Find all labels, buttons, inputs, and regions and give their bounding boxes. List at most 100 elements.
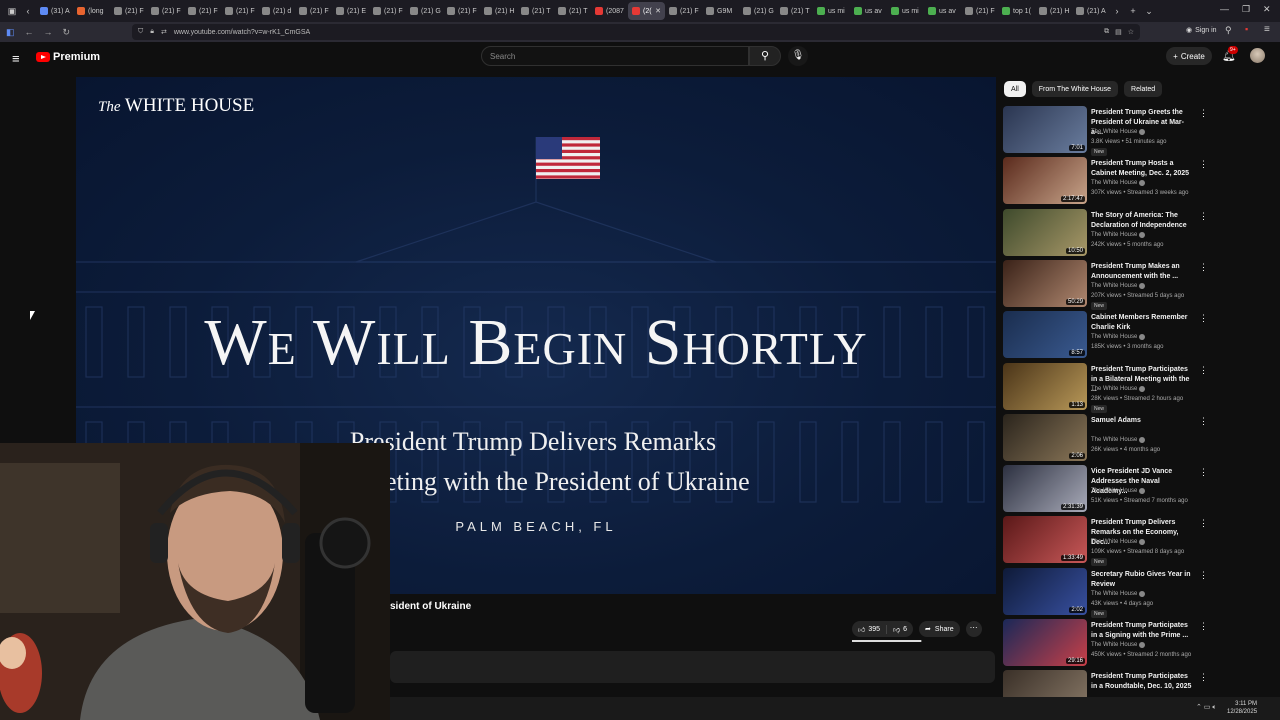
browser-tab[interactable]: (21) F (369, 2, 406, 20)
share-button[interactable]: ➦ Share (919, 621, 960, 637)
browser-tab[interactable]: (21) F (110, 2, 147, 20)
more-vertical-icon[interactable]: ⋮ (1199, 570, 1208, 581)
voice-search-button[interactable]: 🎙︎ (788, 46, 808, 66)
permissions-icon[interactable]: ⇄ (161, 28, 167, 36)
url-text[interactable]: www.youtube.com/watch?v=w-rK1_CmGSA (174, 29, 310, 36)
more-vertical-icon[interactable]: ⋮ (1199, 262, 1208, 273)
video-thumbnail[interactable]: 2:02 (1003, 567, 1087, 615)
browser-tab[interactable]: (21) F (184, 2, 221, 20)
filter-chip[interactable]: Related (1124, 81, 1163, 97)
more-vertical-icon[interactable]: ⋮ (1199, 467, 1208, 478)
shield-icon[interactable]: ⛉ (138, 28, 143, 36)
video-thumbnail[interactable]: 8:57 (1003, 311, 1087, 359)
filter-chip[interactable]: All (1004, 81, 1026, 97)
browser-tab[interactable]: us av (924, 2, 961, 20)
browser-tab[interactable]: (21) A (1072, 2, 1109, 20)
browser-tab[interactable]: (21) G (406, 2, 443, 20)
video-thumbnail[interactable]: 2:31:39 (1003, 465, 1087, 513)
recommendation-item[interactable]: 2:31:39 Vice President JD Vance Addresses… (1003, 465, 1213, 515)
create-button[interactable]: + Create (1166, 47, 1212, 65)
recommendation-title[interactable]: Secretary Rubio Gives Year in Review (1091, 570, 1195, 590)
more-vertical-icon[interactable]: ⋮ (1199, 313, 1208, 324)
browser-tab[interactable]: (long (73, 2, 110, 20)
more-vertical-icon[interactable]: ⋮ (1199, 621, 1208, 632)
channel-name[interactable]: The White House (1091, 385, 1146, 392)
description-box[interactable] (390, 651, 995, 683)
video-thumbnail[interactable]: 1:33:49 (1003, 516, 1087, 564)
reload-icon[interactable]: ↻ (63, 27, 71, 38)
video-thumbnail[interactable]: 7:01 (1003, 106, 1087, 153)
notifications-button[interactable]: 🔔︎ 9+ (1222, 46, 1238, 62)
filter-chip[interactable]: From The White House (1031, 81, 1119, 97)
recommendation-item[interactable]: 29:16 President Trump Participates in a S… (1003, 619, 1213, 669)
channel-name[interactable]: The White House (1091, 436, 1146, 443)
recommendation-title[interactable]: Samuel Adams (1091, 416, 1195, 426)
browser-tab[interactable]: us mi (887, 2, 924, 20)
recommendation-item[interactable]: 50:29 President Trump Makes an Announceme… (1003, 259, 1213, 310)
more-actions-button[interactable]: ⋯ (965, 621, 982, 637)
tab-overflow-icon[interactable]: ⌄ (1141, 6, 1157, 17)
browser-tab[interactable]: (2087 (591, 2, 628, 20)
close-tab-icon[interactable]: ✕ (655, 7, 661, 15)
more-vertical-icon[interactable]: ⋮ (1199, 108, 1208, 119)
more-vertical-icon[interactable]: ⋮ (1199, 211, 1208, 222)
recommendation-title[interactable]: Cabinet Members Remember Charlie Kirk (1091, 313, 1195, 333)
bookmark-star-icon[interactable]: ☆ (1128, 28, 1134, 36)
search-input[interactable]: Search (481, 46, 749, 66)
browser-tab[interactable]: us mi (813, 2, 850, 20)
more-vertical-icon[interactable]: ⋮ (1199, 672, 1208, 683)
video-thumbnail[interactable]: 29:16 (1003, 619, 1087, 666)
video-thumbnail[interactable]: 2:17:47 (1003, 157, 1087, 205)
more-vertical-icon[interactable]: ⋮ (1199, 159, 1208, 170)
more-vertical-icon[interactable]: ⋮ (1199, 518, 1208, 529)
browser-tab[interactable]: G9M (702, 2, 739, 20)
more-vertical-icon[interactable]: ⋮ (1199, 416, 1208, 427)
recommendation-item[interactable]: 2:06 Samuel Adams The White House 26K views… (1003, 413, 1213, 464)
browser-tab[interactable]: (21) T (554, 2, 591, 20)
browser-tab[interactable]: (21) F (295, 2, 332, 20)
browser-tab[interactable]: (21) G (739, 2, 776, 20)
recommendation-title[interactable]: President Trump Makes an Announcement wi… (1091, 262, 1195, 282)
extensions-icon[interactable]: ⚲ (1225, 25, 1232, 36)
reader-icon[interactable]: ▤ (1115, 28, 1122, 36)
channel-name[interactable]: The White House (1091, 334, 1146, 341)
search-button[interactable]: ⚲ (749, 46, 781, 66)
channel-name[interactable]: The White House (1091, 129, 1146, 135)
browser-tab[interactable]: (21) T (517, 2, 554, 20)
lock-icon[interactable]: 🔒︎ (150, 28, 154, 36)
channel-name[interactable]: The White House (1091, 231, 1146, 238)
browser-tab[interactable]: (21) F (443, 2, 480, 20)
translate-icon[interactable]: ⧉ (1104, 28, 1109, 36)
browser-tab[interactable]: (2(✕ (628, 2, 665, 20)
back-icon[interactable]: ← (25, 27, 34, 37)
recommendation-item[interactable]: 7:01 President Trump Greets the President… (1003, 106, 1213, 156)
browser-tab[interactable]: top 1( (998, 2, 1035, 20)
recommendation-title[interactable]: President Trump Participates in a Roundt… (1091, 672, 1195, 692)
more-vertical-icon[interactable]: ⋮ (1199, 365, 1208, 376)
close-window-icon[interactable]: ✕ (1263, 4, 1271, 15)
channel-name[interactable]: The White House (1091, 488, 1146, 495)
recommendation-item[interactable]: 8:57 Cabinet Members Remember Charlie Kir… (1003, 311, 1213, 361)
guide-menu-icon[interactable]: ≡ (12, 51, 20, 66)
browser-menu-icon[interactable]: ≡ (1264, 24, 1270, 35)
browser-tab[interactable]: (21) E (332, 2, 369, 20)
like-button[interactable]: 👍︎ 395 (852, 624, 888, 634)
channel-name[interactable]: The White House (1091, 282, 1146, 289)
tray-icons[interactable]: ⌃ ▭ 🔈︎ (1196, 703, 1217, 712)
tab-scroll-left-icon[interactable]: ‹ (20, 6, 36, 16)
browser-tab[interactable]: (31) A (36, 2, 73, 20)
video-thumbnail[interactable]: 10:50 (1003, 208, 1087, 256)
recommendation-item[interactable]: 2:17:47 President Trump Hosts a Cabinet M… (1003, 157, 1213, 207)
browser-tab[interactable]: us av (850, 2, 887, 20)
avatar[interactable] (1250, 48, 1265, 63)
url-bar[interactable]: ⛉ 🔒︎ ⇄ www.youtube.com/watch?v=w-rK1_CmG… (132, 24, 1140, 40)
channel-name[interactable]: The White House (1091, 180, 1146, 187)
extension-red-icon[interactable]: ▪ (1245, 24, 1248, 34)
video-thumbnail[interactable]: 50:29 (1003, 259, 1087, 307)
recommendation-item[interactable]: 1:13 President Trump Participates in a Bi… (1003, 362, 1213, 413)
sidebar-toggle-icon[interactable]: ◧ (6, 27, 15, 38)
minimize-icon[interactable]: — (1220, 4, 1229, 14)
browser-tab[interactable]: (21) F (147, 2, 184, 20)
video-thumbnail[interactable]: 1:13 (1003, 362, 1087, 410)
browser-tab[interactable]: (21) F (221, 2, 258, 20)
